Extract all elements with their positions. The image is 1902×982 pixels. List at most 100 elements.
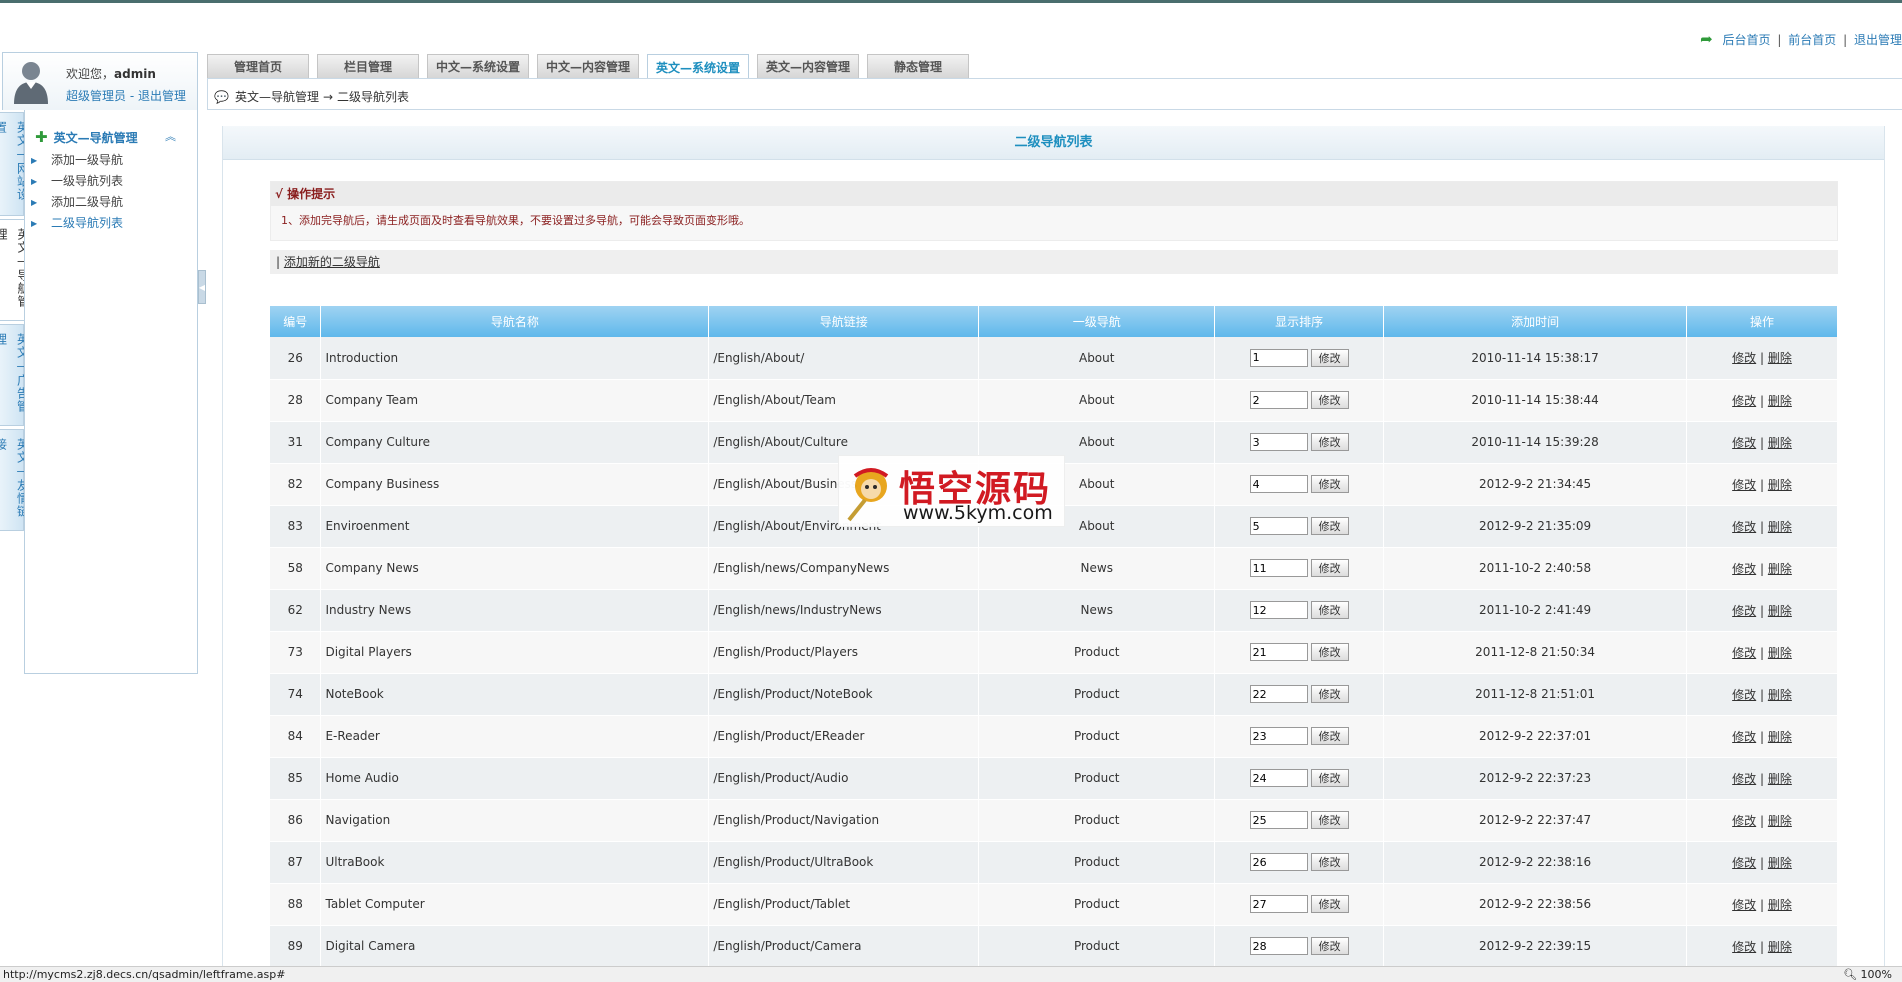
modify-order-button[interactable]: 修改 [1310, 391, 1349, 409]
delete-link[interactable]: 删除 [1768, 856, 1792, 870]
delete-link[interactable]: 删除 [1768, 478, 1792, 492]
edit-link[interactable]: 修改 [1732, 856, 1756, 870]
order-input[interactable] [1249, 937, 1308, 955]
edit-link[interactable]: 修改 [1732, 814, 1756, 828]
modify-order-button[interactable]: 修改 [1310, 643, 1349, 661]
modify-order-button[interactable]: 修改 [1310, 727, 1349, 745]
modify-order-button[interactable]: 修改 [1310, 433, 1349, 451]
delete-link[interactable]: 删除 [1768, 436, 1792, 450]
delete-link[interactable]: 删除 [1768, 814, 1792, 828]
delete-link[interactable]: 删除 [1768, 604, 1792, 618]
modify-order-button[interactable]: 修改 [1310, 685, 1349, 703]
delete-link[interactable]: 删除 [1768, 898, 1792, 912]
edit-link[interactable]: 修改 [1732, 772, 1756, 786]
edit-link[interactable]: 修改 [1732, 478, 1756, 492]
edit-link[interactable]: 修改 [1732, 898, 1756, 912]
avatar [14, 62, 48, 104]
watermark-url: www.5kym.com [903, 502, 1053, 524]
col-header-time: 添加时间 [1383, 306, 1688, 337]
edit-link[interactable]: 修改 [1732, 688, 1756, 702]
order-input[interactable] [1249, 517, 1308, 535]
order-input[interactable] [1249, 348, 1308, 367]
delete-link[interactable]: 删除 [1768, 940, 1792, 954]
order-input[interactable] [1249, 475, 1308, 493]
cell-actions: 修改 | 删除 [1686, 421, 1838, 464]
edit-link[interactable]: 修改 [1732, 730, 1756, 744]
side-tab-navigation[interactable]: 英文—导航管理 [0, 219, 30, 321]
modify-order-button[interactable]: 修改 [1310, 601, 1349, 619]
tab-en-content-management[interactable]: 英文—内容管理 [757, 54, 859, 78]
menu-item-label: 一级导航列表 [51, 174, 124, 188]
delete-link[interactable]: 删除 [1768, 394, 1792, 408]
tab-cn-content-management[interactable]: 中文—内容管理 [537, 54, 639, 78]
cell-id: 82 [270, 463, 322, 506]
operation-tip-box: √ 操作提示 1、添加完导航后，请生成页面及时查看导航效果，不要设置过多导航，可… [270, 181, 1838, 241]
modify-order-button[interactable]: 修改 [1310, 769, 1349, 787]
edit-link[interactable]: 修改 [1732, 436, 1756, 450]
modify-order-button[interactable]: 修改 [1310, 475, 1349, 493]
order-input[interactable] [1249, 601, 1308, 619]
cell-id: 89 [270, 925, 322, 968]
order-input[interactable] [1249, 559, 1308, 577]
menu-item-first-nav-list[interactable]: ▶ 一级导航列表 [31, 171, 123, 192]
delete-link[interactable]: 删除 [1768, 646, 1792, 660]
edit-link[interactable]: 修改 [1732, 562, 1756, 576]
delete-link[interactable]: 删除 [1768, 351, 1792, 365]
logout-link[interactable]: 退出管理 [138, 89, 186, 103]
edit-link[interactable]: 修改 [1732, 520, 1756, 534]
edit-link[interactable]: 修改 [1732, 394, 1756, 408]
cell-parent: Product [978, 631, 1216, 674]
action-separator: | [1756, 561, 1768, 576]
order-input[interactable] [1249, 727, 1308, 745]
order-input[interactable] [1249, 811, 1308, 829]
modify-order-button[interactable]: 修改 [1310, 517, 1349, 535]
order-input[interactable] [1249, 643, 1308, 661]
modify-order-button[interactable]: 修改 [1310, 895, 1349, 913]
modify-order-button[interactable]: 修改 [1310, 937, 1349, 955]
order-input[interactable] [1249, 769, 1308, 787]
menu-item-second-nav-list[interactable]: ▶ 二级导航列表 [31, 213, 123, 234]
tab-admin-home[interactable]: 管理首页 [207, 54, 309, 78]
modify-order-button[interactable]: 修改 [1310, 853, 1349, 871]
delete-link[interactable]: 删除 [1768, 520, 1792, 534]
menu-title[interactable]: ✚ 英文—导航管理 [35, 128, 138, 146]
order-input[interactable] [1249, 433, 1308, 451]
delete-link[interactable]: 删除 [1768, 688, 1792, 702]
site-home-link[interactable]: 前台首页 [1788, 33, 1836, 47]
zoom-level[interactable]: 🔍︎ 100% [1843, 967, 1892, 982]
delete-link[interactable]: 删除 [1768, 772, 1792, 786]
order-input[interactable] [1249, 685, 1308, 703]
side-tab-site-settings[interactable]: 英文—网站设置 [0, 112, 30, 216]
cell-actions: 修改 | 删除 [1686, 463, 1838, 506]
cell-id: 74 [270, 673, 322, 716]
tab-cn-system-settings[interactable]: 中文—系统设置 [427, 54, 529, 78]
menu-item-add-first-nav[interactable]: ▶ 添加一级导航 [31, 150, 123, 171]
edit-link[interactable]: 修改 [1732, 351, 1756, 365]
modify-order-button[interactable]: 修改 [1310, 811, 1349, 829]
cell-actions: 修改 | 删除 [1686, 589, 1838, 632]
order-input[interactable] [1249, 895, 1308, 913]
collapse-icon[interactable]: ︽ [165, 128, 176, 144]
order-input[interactable] [1249, 391, 1308, 409]
menu-item-add-second-nav[interactable]: ▶ 添加二级导航 [31, 192, 123, 213]
exit-admin-link[interactable]: 退出管理 [1854, 33, 1902, 47]
role-link[interactable]: 超级管理员 [66, 89, 126, 103]
cell-actions: 修改 | 删除 [1686, 799, 1838, 842]
tab-en-system-settings[interactable]: 英文—系统设置 [647, 54, 749, 79]
tab-column-management[interactable]: 栏目管理 [317, 54, 419, 78]
edit-link[interactable]: 修改 [1732, 604, 1756, 618]
side-tab-friend-links[interactable]: 英文—友情链接 [0, 429, 30, 531]
cell-url: /English/news/CompanyNews [708, 547, 980, 590]
order-input[interactable] [1249, 853, 1308, 871]
delete-link[interactable]: 删除 [1768, 562, 1792, 576]
add-second-nav-link[interactable]: 添加新的二级导航 [284, 255, 380, 269]
admin-home-link[interactable]: 后台首页 [1723, 33, 1771, 47]
tab-static-management[interactable]: 静态管理 [867, 54, 969, 78]
modify-order-button[interactable]: 修改 [1310, 559, 1349, 577]
panel-toggle-handle[interactable]: ◀ [198, 270, 206, 304]
delete-link[interactable]: 删除 [1768, 730, 1792, 744]
edit-link[interactable]: 修改 [1732, 940, 1756, 954]
edit-link[interactable]: 修改 [1732, 646, 1756, 660]
modify-order-button[interactable]: 修改 [1310, 348, 1349, 367]
side-tab-ads[interactable]: 英文—广告管理 [0, 324, 30, 426]
